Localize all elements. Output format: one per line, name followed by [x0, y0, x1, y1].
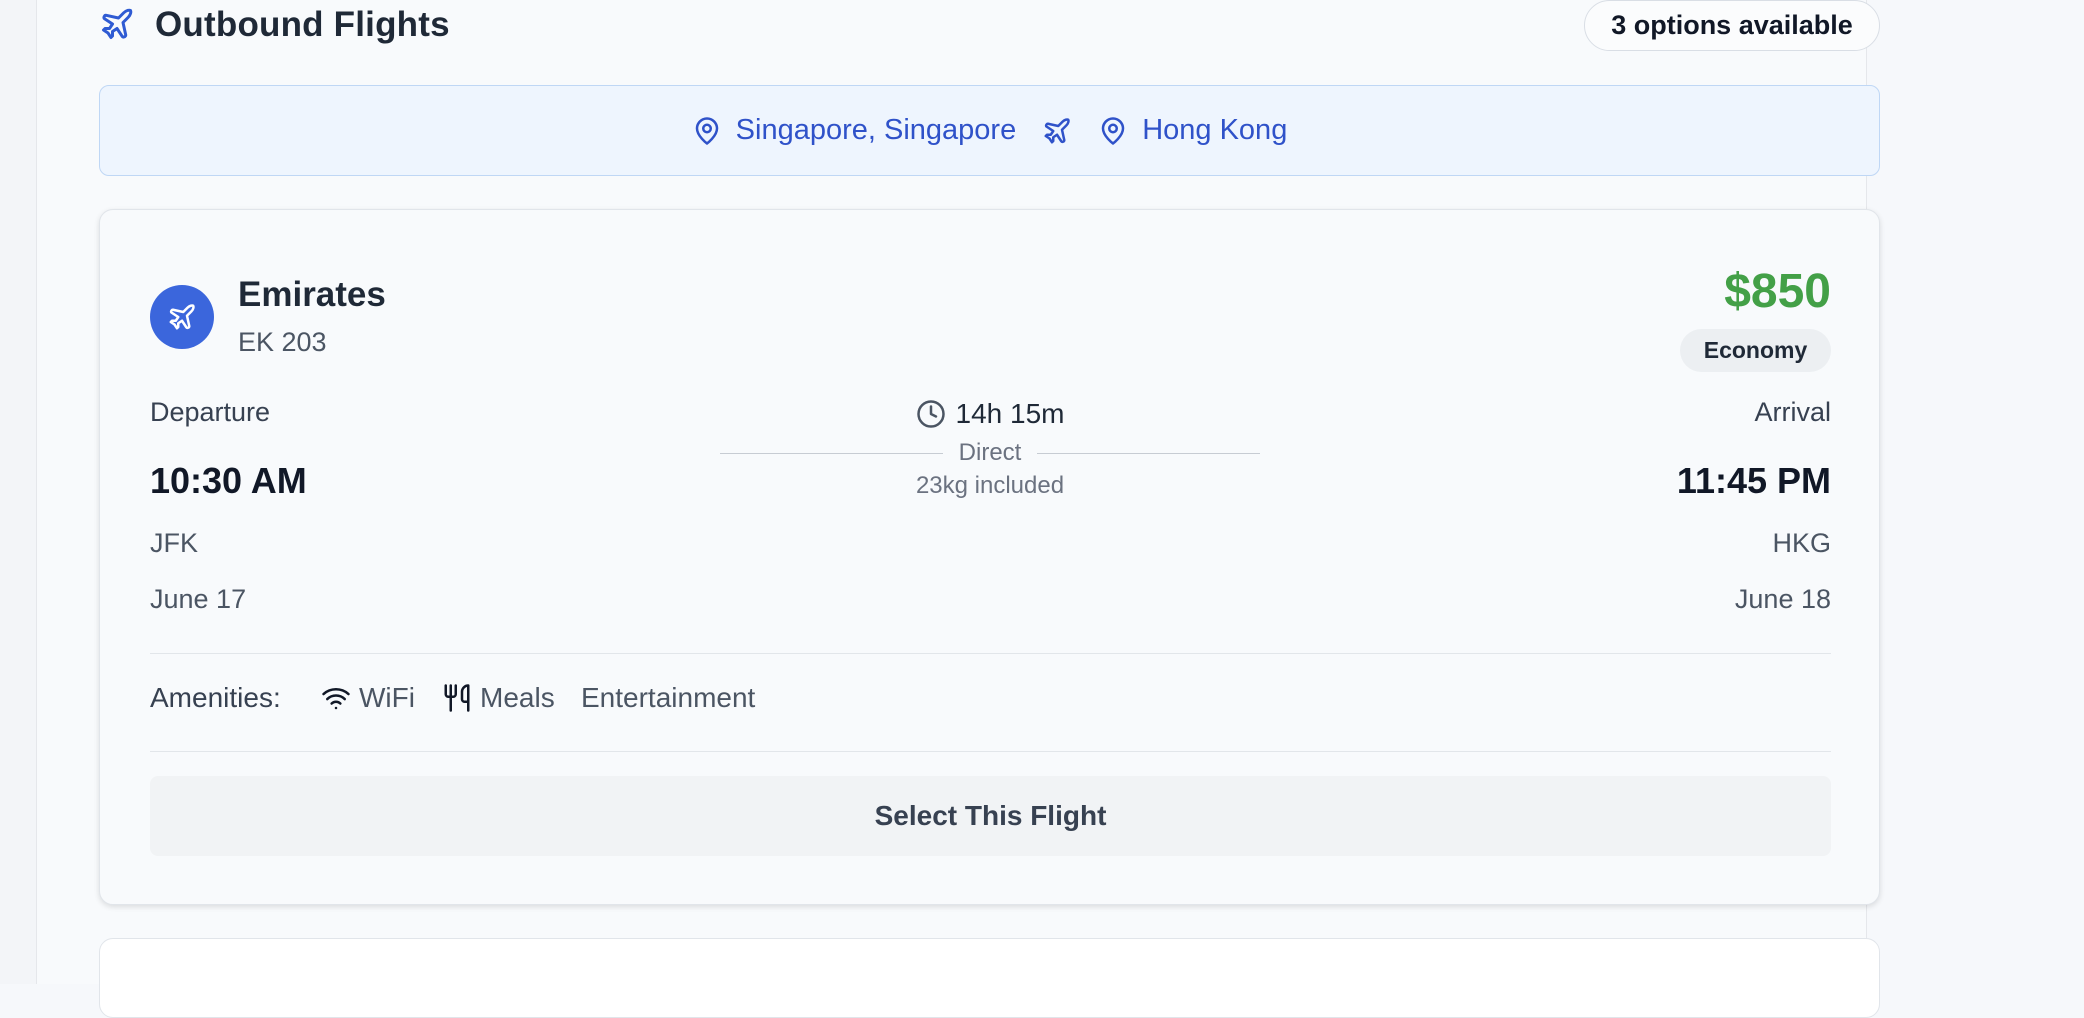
amenity-label: WiFi [359, 682, 415, 713]
flight-number: EK 203 [238, 327, 327, 357]
section-header: Outbound Flights 3 options available [99, 0, 1880, 52]
wifi-icon [321, 683, 351, 713]
flight-results-page: Outbound Flights 3 options available Sin… [0, 0, 2084, 1018]
amenities-label: Amenities: [150, 682, 281, 713]
options-count-badge: 3 options available [1584, 0, 1880, 51]
departure-label: Departure [150, 397, 271, 427]
plane-icon [99, 6, 135, 42]
map-pin-icon [692, 116, 722, 146]
airline-name: Emirates [238, 275, 386, 314]
duration-text: 14h 15m [955, 398, 1065, 429]
amenity-label: Meals [480, 682, 555, 713]
route-summary-bar: Singapore, Singapore Hong Kong [99, 85, 1880, 176]
departure-time: 10:30 AM [150, 460, 307, 501]
departure-airport: JFK [150, 528, 199, 558]
map-pin-icon [1098, 116, 1128, 146]
amenity-label: Entertainment [581, 682, 756, 713]
cabin-class-badge: Economy [1680, 329, 1831, 372]
arrival-date: June 18 [1734, 584, 1831, 614]
clock-icon [916, 399, 946, 429]
amenity-wifi: WiFi [321, 682, 415, 714]
flight-card: Emirates EK 203 $850 Economy Departure 1… [99, 209, 1880, 905]
utensils-icon [442, 683, 472, 713]
departure-date: June 17 [150, 584, 247, 614]
arrival-airport: HKG [1772, 528, 1831, 558]
page-title: Outbound Flights [155, 5, 450, 44]
flight-price: $850 [1724, 265, 1831, 318]
left-rail [0, 0, 37, 984]
flight-duration: 14h 15m [720, 398, 1260, 430]
stops-label: Direct [942, 439, 1038, 467]
plane-icon [1042, 116, 1072, 146]
airline-logo [150, 285, 214, 349]
baggage-info: 23kg included [915, 472, 1065, 499]
stops-label-wrap: Direct [720, 439, 1260, 467]
route-destination: Hong Kong [1142, 114, 1288, 146]
route-origin: Singapore, Singapore [735, 114, 1017, 146]
amenity-entertainment: Entertainment [581, 682, 755, 714]
arrival-label: Arrival [1754, 397, 1831, 427]
plane-icon [169, 304, 195, 330]
arrival-time: 11:45 PM [1676, 460, 1831, 501]
divider [150, 751, 1831, 752]
select-flight-button[interactable]: Select This Flight [150, 776, 1831, 856]
flight-card-next [99, 938, 1880, 1018]
amenity-meals: Meals [442, 682, 555, 714]
divider [150, 653, 1831, 654]
content-panel: Outbound Flights 3 options available Sin… [37, 0, 1880, 1018]
